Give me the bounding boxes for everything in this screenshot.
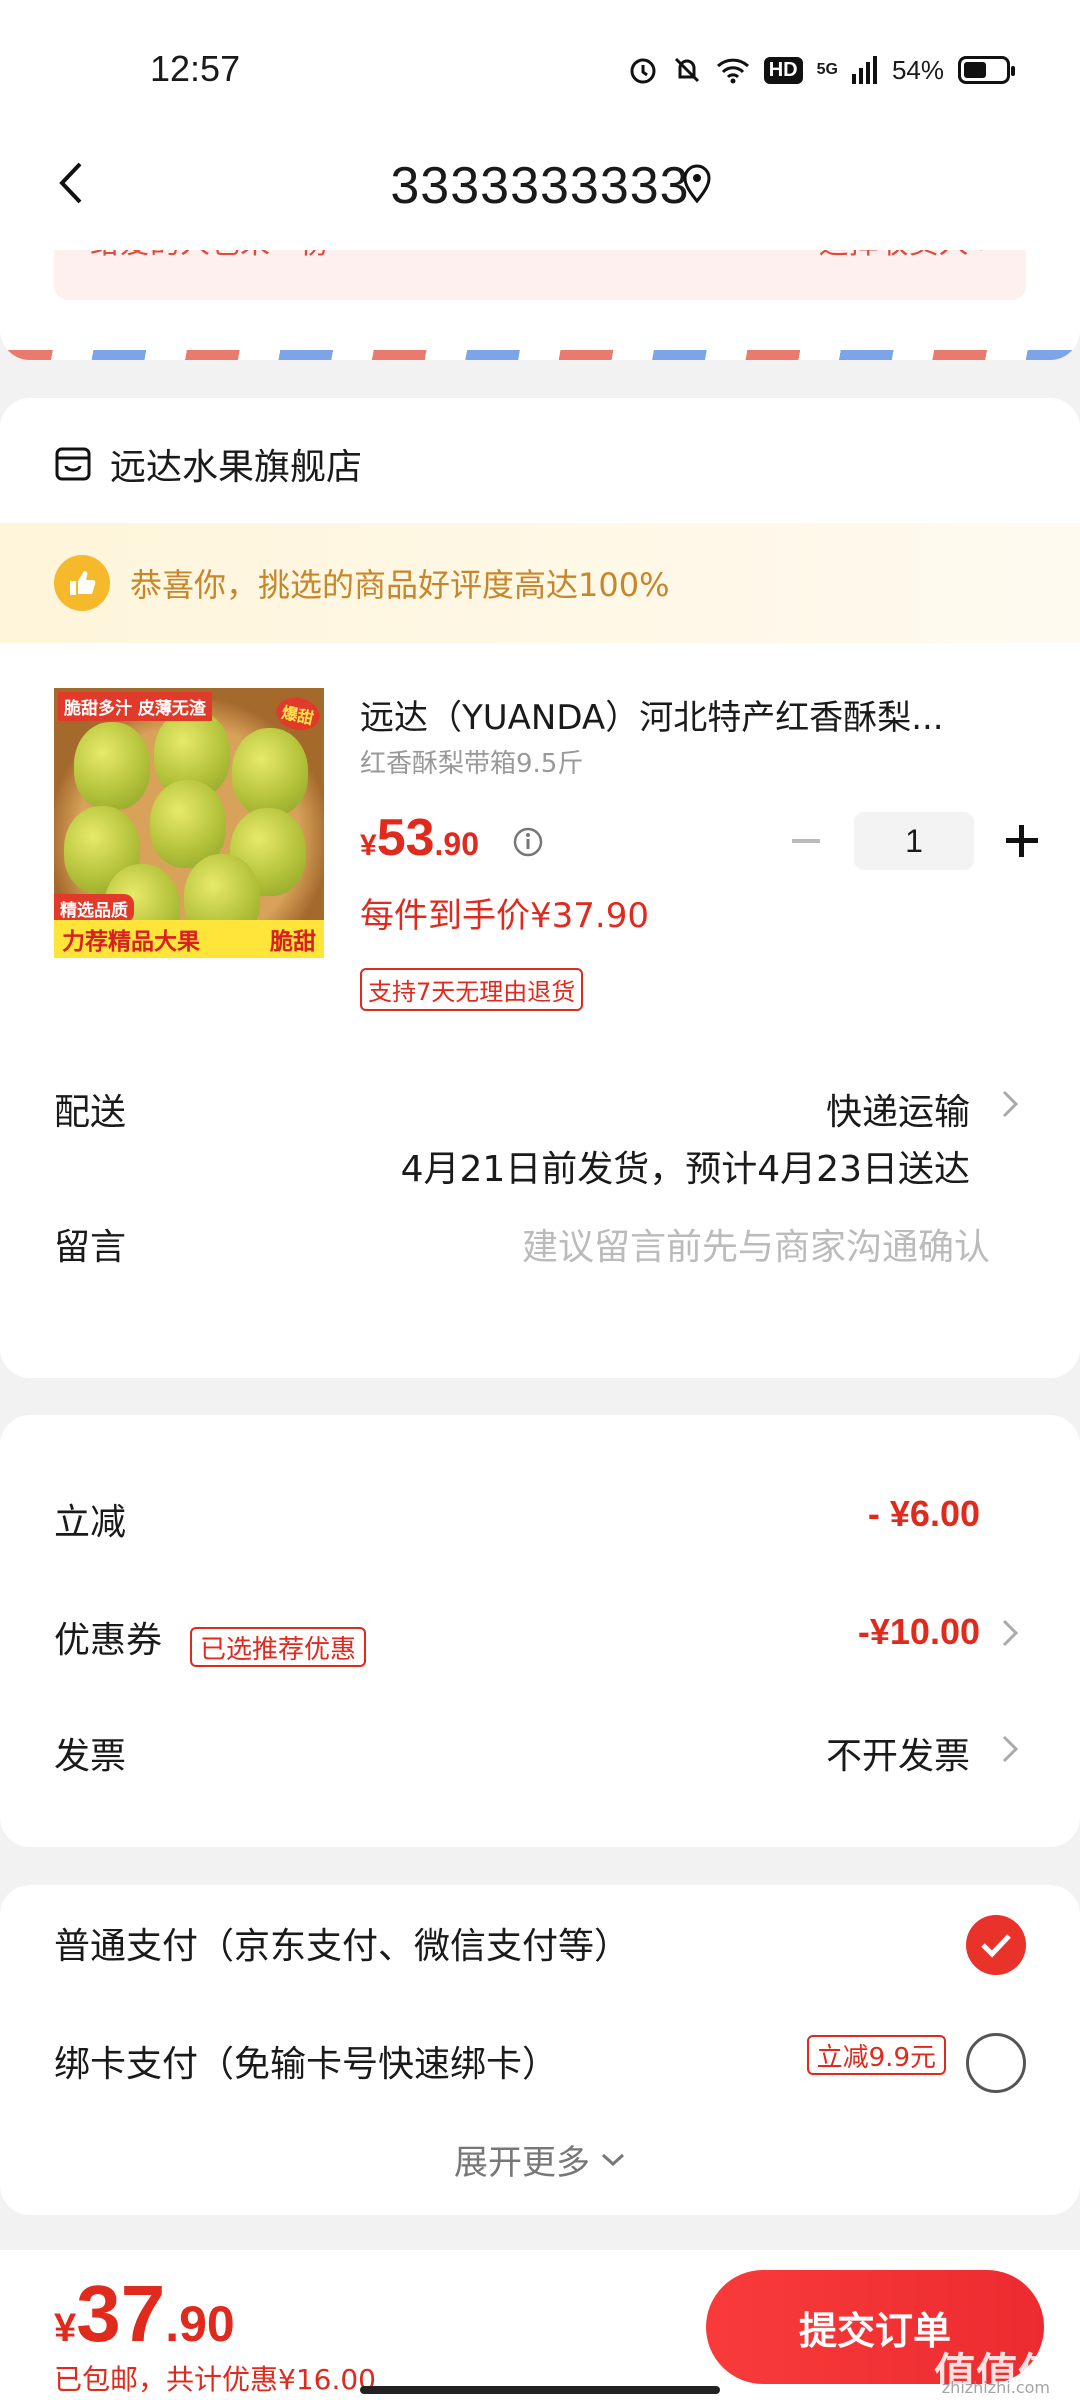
decrease-button[interactable] xyxy=(784,819,828,863)
image-tag: 精选品质 xyxy=(54,894,134,923)
expand-more-button[interactable]: 展开更多 xyxy=(0,2135,1080,2184)
watermark-url: zhizhizhi.com xyxy=(941,2378,1050,2397)
normal-pay-label[interactable]: 普通支付（京东支付、微信支付等） xyxy=(54,1917,630,1969)
quantity-stepper: 1 xyxy=(784,812,1044,870)
page-title: 3333333333 xyxy=(390,157,690,215)
mute-bell-icon xyxy=(674,57,699,83)
final-unit-price: 每件到手价¥37.90 xyxy=(360,896,649,936)
coupon-tag: 已选推荐优惠 xyxy=(190,1627,367,1667)
fee-card: 立减 - ¥6.00 优惠券 已选推荐优惠 -¥10.00 发票 不开发票 xyxy=(0,1415,1080,1847)
discount-value: - ¥6.00 xyxy=(867,1493,980,1534)
shop-header[interactable]: 远达水果旗舰店 xyxy=(54,438,362,490)
invoice-value[interactable]: 不开发票 xyxy=(826,1727,970,1779)
payment-card: 普通支付（京东支付、微信支付等） 绑卡支付（免输卡号快速绑卡） 立减9.9元 展… xyxy=(0,1885,1080,2215)
product-image[interactable]: 脆甜多汁 皮薄无渣 爆甜 精选品质 力荐精品大果 脆甜 xyxy=(54,688,324,958)
chevron-right-icon[interactable] xyxy=(1000,1731,1020,1767)
thumbs-up-icon xyxy=(54,555,110,611)
coupon-label: 优惠券 xyxy=(54,1620,163,1661)
hd-icon: HD xyxy=(763,56,803,84)
increase-button[interactable] xyxy=(1000,819,1044,863)
image-tag: 脆甜多汁 皮薄无渣 xyxy=(58,692,212,721)
shop-name: 远达水果旗舰店 xyxy=(110,447,363,488)
price-integer: 53 xyxy=(376,809,435,867)
check-icon xyxy=(981,1934,1011,1958)
location-pin-icon[interactable] xyxy=(682,164,712,204)
total-currency: ¥ xyxy=(54,2306,77,2350)
image-tag: 爆甜 xyxy=(273,693,323,735)
address-section: 给爱的人也来一份 选择收货人 › xyxy=(0,250,1080,360)
message-input[interactable]: 建议留言前先与商家沟通确认 xyxy=(522,1218,990,1270)
airmail-border xyxy=(0,350,1080,360)
network-label: 5G xyxy=(816,61,838,78)
status-icons: HD 5G 54% xyxy=(628,50,1015,90)
shop-card: 远达水果旗舰店 恭喜你，挑选的商品好评度高达100% 脆甜多汁 皮薄无渣 爆甜 … xyxy=(0,398,1080,1378)
normal-pay-radio[interactable] xyxy=(966,1915,1026,1975)
delivery-eta: 4月21日前发货，预计4月23日送达 xyxy=(400,1149,970,1190)
card-pay-radio[interactable] xyxy=(966,2033,1026,2093)
info-icon[interactable] xyxy=(512,826,544,858)
battery-icon xyxy=(958,56,1015,84)
delivery-label: 配送 xyxy=(54,1092,127,1133)
price-decimal: .90 xyxy=(434,826,480,862)
discount-label: 立减 xyxy=(54,1502,127,1543)
message-label: 留言 xyxy=(54,1227,127,1268)
chevron-right-icon[interactable] xyxy=(1000,1086,1020,1122)
coupon-value[interactable]: -¥10.00 xyxy=(858,1611,980,1653)
gift-address-banner[interactable]: 给爱的人也来一份 选择收货人 › xyxy=(54,250,1026,300)
quantity-input[interactable]: 1 xyxy=(854,812,974,870)
total-integer: 37 xyxy=(76,2269,166,2358)
wifi-icon xyxy=(716,58,749,84)
invoice-label: 发票 xyxy=(54,1736,127,1777)
card-pay-label[interactable]: 绑卡支付（免输卡号快速绑卡） xyxy=(54,2035,558,2087)
chevron-down-icon xyxy=(601,2153,625,2166)
product-title[interactable]: 远达（YUANDA）河北特产红香酥梨... xyxy=(360,690,1020,739)
alarm-icon xyxy=(630,58,656,84)
battery-percent: 54% xyxy=(891,54,944,85)
choose-receiver-link[interactable]: 选择收货人 › xyxy=(818,250,990,262)
rating-banner-text: 恭喜你，挑选的商品好评度高达100% xyxy=(130,566,670,604)
gift-text: 给爱的人也来一份 xyxy=(90,250,330,262)
image-bottom-strip: 力荐精品大果 脆甜 xyxy=(54,920,324,958)
checkout-bar: ¥ 37 .90 已包邮，共计优惠¥16.00 提交订单 xyxy=(0,2250,1080,2400)
battery-level xyxy=(964,62,986,78)
status-bar: 12:57 HD 5G 54% xyxy=(0,0,1080,140)
product-spec: 红香酥梨带箱9.5斤 xyxy=(360,749,584,779)
card-pay-discount-tag: 立减9.9元 xyxy=(806,2035,946,2075)
price-currency: ¥ xyxy=(360,829,377,862)
product-price: ¥ 53 .90 xyxy=(360,808,479,868)
return-policy-badge: 支持7天无理由退货 xyxy=(360,968,584,1011)
status-time: 12:57 xyxy=(150,48,241,89)
total-decimal: .90 xyxy=(165,2296,235,2352)
total-price: ¥ 37 .90 xyxy=(54,2268,235,2360)
image-tag: 力荐精品大果 xyxy=(62,929,200,955)
signal-icon xyxy=(851,56,877,84)
delivery-method[interactable]: 快递运输 xyxy=(826,1083,970,1135)
home-indicator[interactable] xyxy=(360,2386,720,2394)
expand-more-label: 展开更多 xyxy=(454,2143,590,2183)
store-icon xyxy=(55,447,91,481)
total-savings: 已包邮，共计优惠¥16.00 xyxy=(54,2363,376,2396)
chevron-right-icon[interactable] xyxy=(1000,1615,1020,1651)
rating-banner: 恭喜你，挑选的商品好评度高达100% xyxy=(0,523,1080,643)
nav-bar: 3333333333 xyxy=(0,120,1080,250)
image-tag: 脆甜 xyxy=(270,929,316,955)
